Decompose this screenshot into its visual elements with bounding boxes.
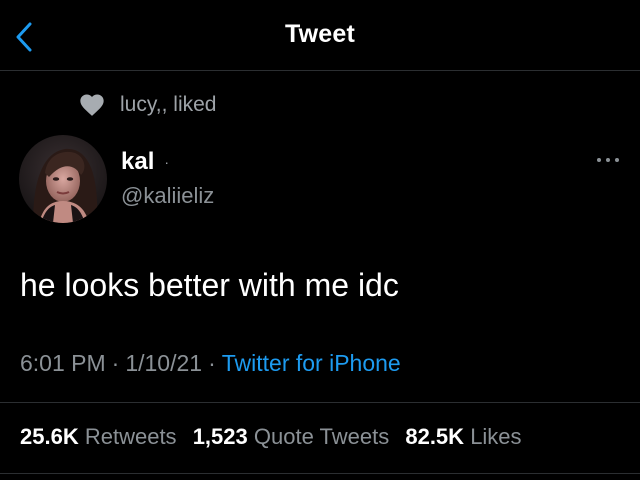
social-context-text: lucy,, liked: [120, 93, 217, 116]
divider: [0, 473, 640, 474]
display-name: kal: [121, 148, 155, 175]
more-options-button[interactable]: [594, 152, 622, 168]
more-dots-icon: [597, 158, 619, 162]
tweet-meta: 6:01 PM · 1/10/21 · Twitter for iPhone: [20, 350, 401, 377]
page-title: Tweet: [285, 20, 355, 48]
meta-separator: ·: [208, 350, 216, 376]
quote-tweets-stat[interactable]: 1,523 Quote Tweets: [193, 424, 390, 449]
tweet-time: 6:01 PM: [20, 350, 106, 376]
retweets-stat[interactable]: 25.6K Retweets: [20, 424, 177, 449]
retweets-count: 25.6K: [20, 424, 79, 449]
quote-tweets-count: 1,523: [192, 424, 248, 449]
likes-stat[interactable]: 82.5K Likes: [405, 424, 521, 449]
username[interactable]: @kaliieliz: [121, 183, 214, 209]
tweet-date: 1/10/21: [125, 350, 203, 376]
avatar[interactable]: [19, 135, 107, 223]
heart-icon: [80, 94, 104, 116]
author-name-row[interactable]: kal ·: [121, 148, 169, 176]
social-context[interactable]: lucy,, liked: [78, 90, 216, 120]
header-bar: Tweet: [0, 0, 640, 71]
quote-tweets-label: Quote Tweets: [253, 424, 390, 449]
divider: [0, 402, 640, 403]
tweet-source-link[interactable]: Twitter for iPhone: [222, 350, 401, 376]
name-separator: ·: [164, 154, 170, 170]
likes-label: Likes: [470, 424, 522, 449]
tweet-text: he looks better with me idc: [20, 267, 399, 303]
retweets-label: Retweets: [84, 424, 177, 449]
tweet-stats: 25.6K Retweets 1,523 Quote Tweets 82.5K …: [20, 424, 522, 450]
meta-separator: ·: [111, 350, 120, 376]
likes-count: 82.5K: [405, 424, 465, 449]
avatar-photo: [19, 135, 107, 223]
